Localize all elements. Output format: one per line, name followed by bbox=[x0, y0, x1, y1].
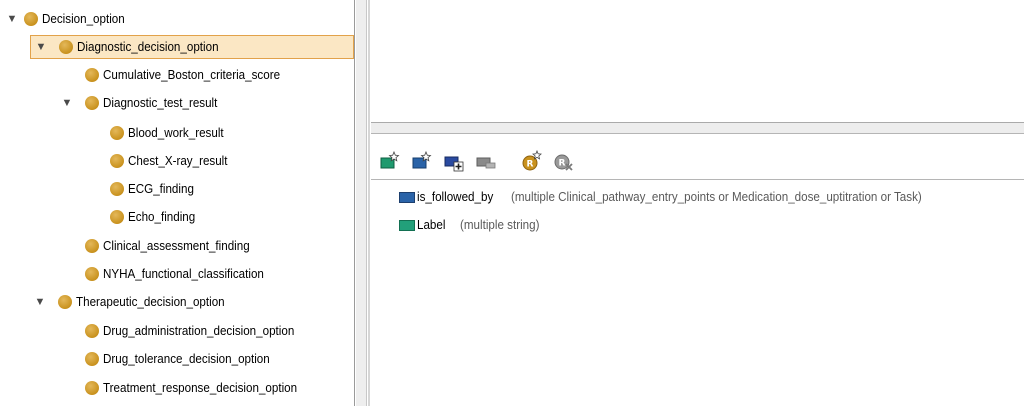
tree-item-label: Drug_administration_decision_option bbox=[103, 324, 295, 338]
top-blank-panel bbox=[371, 0, 1024, 123]
horizontal-splitter[interactable] bbox=[371, 123, 1024, 134]
add-data-property-icon[interactable] bbox=[379, 150, 401, 172]
tree-item-blood-work-result[interactable]: Blood_work_result bbox=[110, 121, 231, 145]
toolbar-separator bbox=[371, 179, 1024, 180]
tree-item-label: Cumulative_Boston_criteria_score bbox=[103, 68, 281, 82]
tree-item-ecg-finding[interactable]: ECG_finding bbox=[110, 177, 199, 201]
class-icon bbox=[85, 239, 99, 253]
property-panel: R R is_followed_by (multiple Clinical_pa… bbox=[371, 134, 1024, 406]
remove-property-icon[interactable] bbox=[475, 150, 497, 172]
tree-item-clinical-assessment-finding[interactable]: Clinical_assessment_finding bbox=[85, 234, 261, 258]
svg-text:R: R bbox=[559, 159, 566, 169]
class-icon bbox=[24, 12, 38, 26]
expand-toggle-icon[interactable]: ▼ bbox=[34, 296, 46, 308]
property-toolbar: R R bbox=[379, 148, 575, 174]
class-tree[interactable]: ▼ Decision_option ▼ Diagnostic_decision_… bbox=[0, 0, 355, 406]
divider-line bbox=[368, 0, 370, 406]
tree-item-treatment-response-decision-option[interactable]: Treatment_response_decision_option bbox=[85, 376, 312, 400]
class-icon bbox=[110, 154, 124, 168]
data-property-icon bbox=[399, 219, 415, 231]
tree-item-drug-tolerance-decision-option[interactable]: Drug_tolerance_decision_option bbox=[85, 347, 282, 371]
tree-item-label: NYHA_functional_classification bbox=[103, 267, 264, 281]
property-description: (multiple string) bbox=[459, 218, 540, 232]
tree-item-therapeutic-decision-option[interactable]: ▼ Therapeutic_decision_option bbox=[34, 290, 236, 314]
expand-toggle-icon[interactable]: ▼ bbox=[61, 97, 73, 109]
tree-item-diagnostic-decision-option[interactable]: ▼ Diagnostic_decision_option bbox=[30, 35, 354, 59]
property-name: is_followed_by bbox=[417, 190, 494, 204]
property-description: (multiple Clinical_pathway_entry_points … bbox=[511, 190, 922, 204]
tree-item-label: Diagnostic_decision_option bbox=[77, 40, 219, 54]
class-icon bbox=[110, 182, 124, 196]
tree-item-label: Treatment_response_decision_option bbox=[103, 381, 298, 395]
property-row-label[interactable]: Label (multiple string) bbox=[399, 215, 545, 235]
tree-item-chest-x-ray-result[interactable]: Chest_X-ray_result bbox=[110, 149, 235, 173]
tree-item-label: Echo_finding bbox=[128, 210, 196, 224]
property-row-is-followed-by[interactable]: is_followed_by (multiple Clinical_pathwa… bbox=[399, 187, 953, 207]
tree-item-drug-administration-decision-option[interactable]: Drug_administration_decision_option bbox=[85, 319, 309, 343]
class-icon bbox=[110, 126, 124, 140]
class-icon bbox=[58, 295, 72, 309]
class-icon bbox=[85, 68, 99, 82]
tree-item-label: Diagnostic_test_result bbox=[103, 96, 218, 110]
class-icon bbox=[110, 210, 124, 224]
tree-item-cumulative-boston-criteria-score[interactable]: Cumulative_Boston_criteria_score bbox=[85, 63, 293, 87]
object-property-icon bbox=[399, 191, 415, 203]
expand-toggle-icon[interactable]: ▼ bbox=[35, 41, 47, 53]
class-icon bbox=[85, 96, 99, 110]
tree-item-label: Decision_option bbox=[42, 12, 125, 26]
tree-item-nyha-functional-classification[interactable]: NYHA_functional_classification bbox=[85, 262, 276, 286]
expand-toggle-icon[interactable]: ▼ bbox=[6, 13, 18, 25]
class-icon bbox=[85, 352, 99, 366]
tree-item-label: ECG_finding bbox=[128, 182, 194, 196]
tree-item-label: Therapeutic_decision_option bbox=[76, 295, 225, 309]
create-restriction-icon[interactable]: R bbox=[521, 149, 543, 172]
add-object-property-icon[interactable] bbox=[411, 150, 433, 172]
tree-item-diagnostic-test-result[interactable]: ▼ Diagnostic_test_result bbox=[61, 91, 226, 115]
svg-text:R: R bbox=[527, 160, 534, 170]
panel-divider[interactable] bbox=[356, 0, 367, 406]
class-icon bbox=[59, 40, 73, 54]
tree-item-echo-finding[interactable]: Echo_finding bbox=[110, 205, 200, 229]
add-property-to-class-icon[interactable] bbox=[443, 150, 465, 172]
delete-restriction-icon[interactable]: R bbox=[553, 150, 575, 172]
tree-item-label: Drug_tolerance_decision_option bbox=[103, 352, 270, 366]
tree-item-label: Chest_X-ray_result bbox=[128, 154, 228, 168]
class-icon bbox=[85, 324, 99, 338]
tree-item-decision-option[interactable]: ▼ Decision_option bbox=[6, 7, 131, 31]
tree-item-label: Blood_work_result bbox=[128, 126, 224, 140]
tree-item-label: Clinical_assessment_finding bbox=[103, 239, 250, 253]
class-icon bbox=[85, 267, 99, 281]
class-icon bbox=[85, 381, 99, 395]
property-name: Label bbox=[417, 218, 446, 232]
